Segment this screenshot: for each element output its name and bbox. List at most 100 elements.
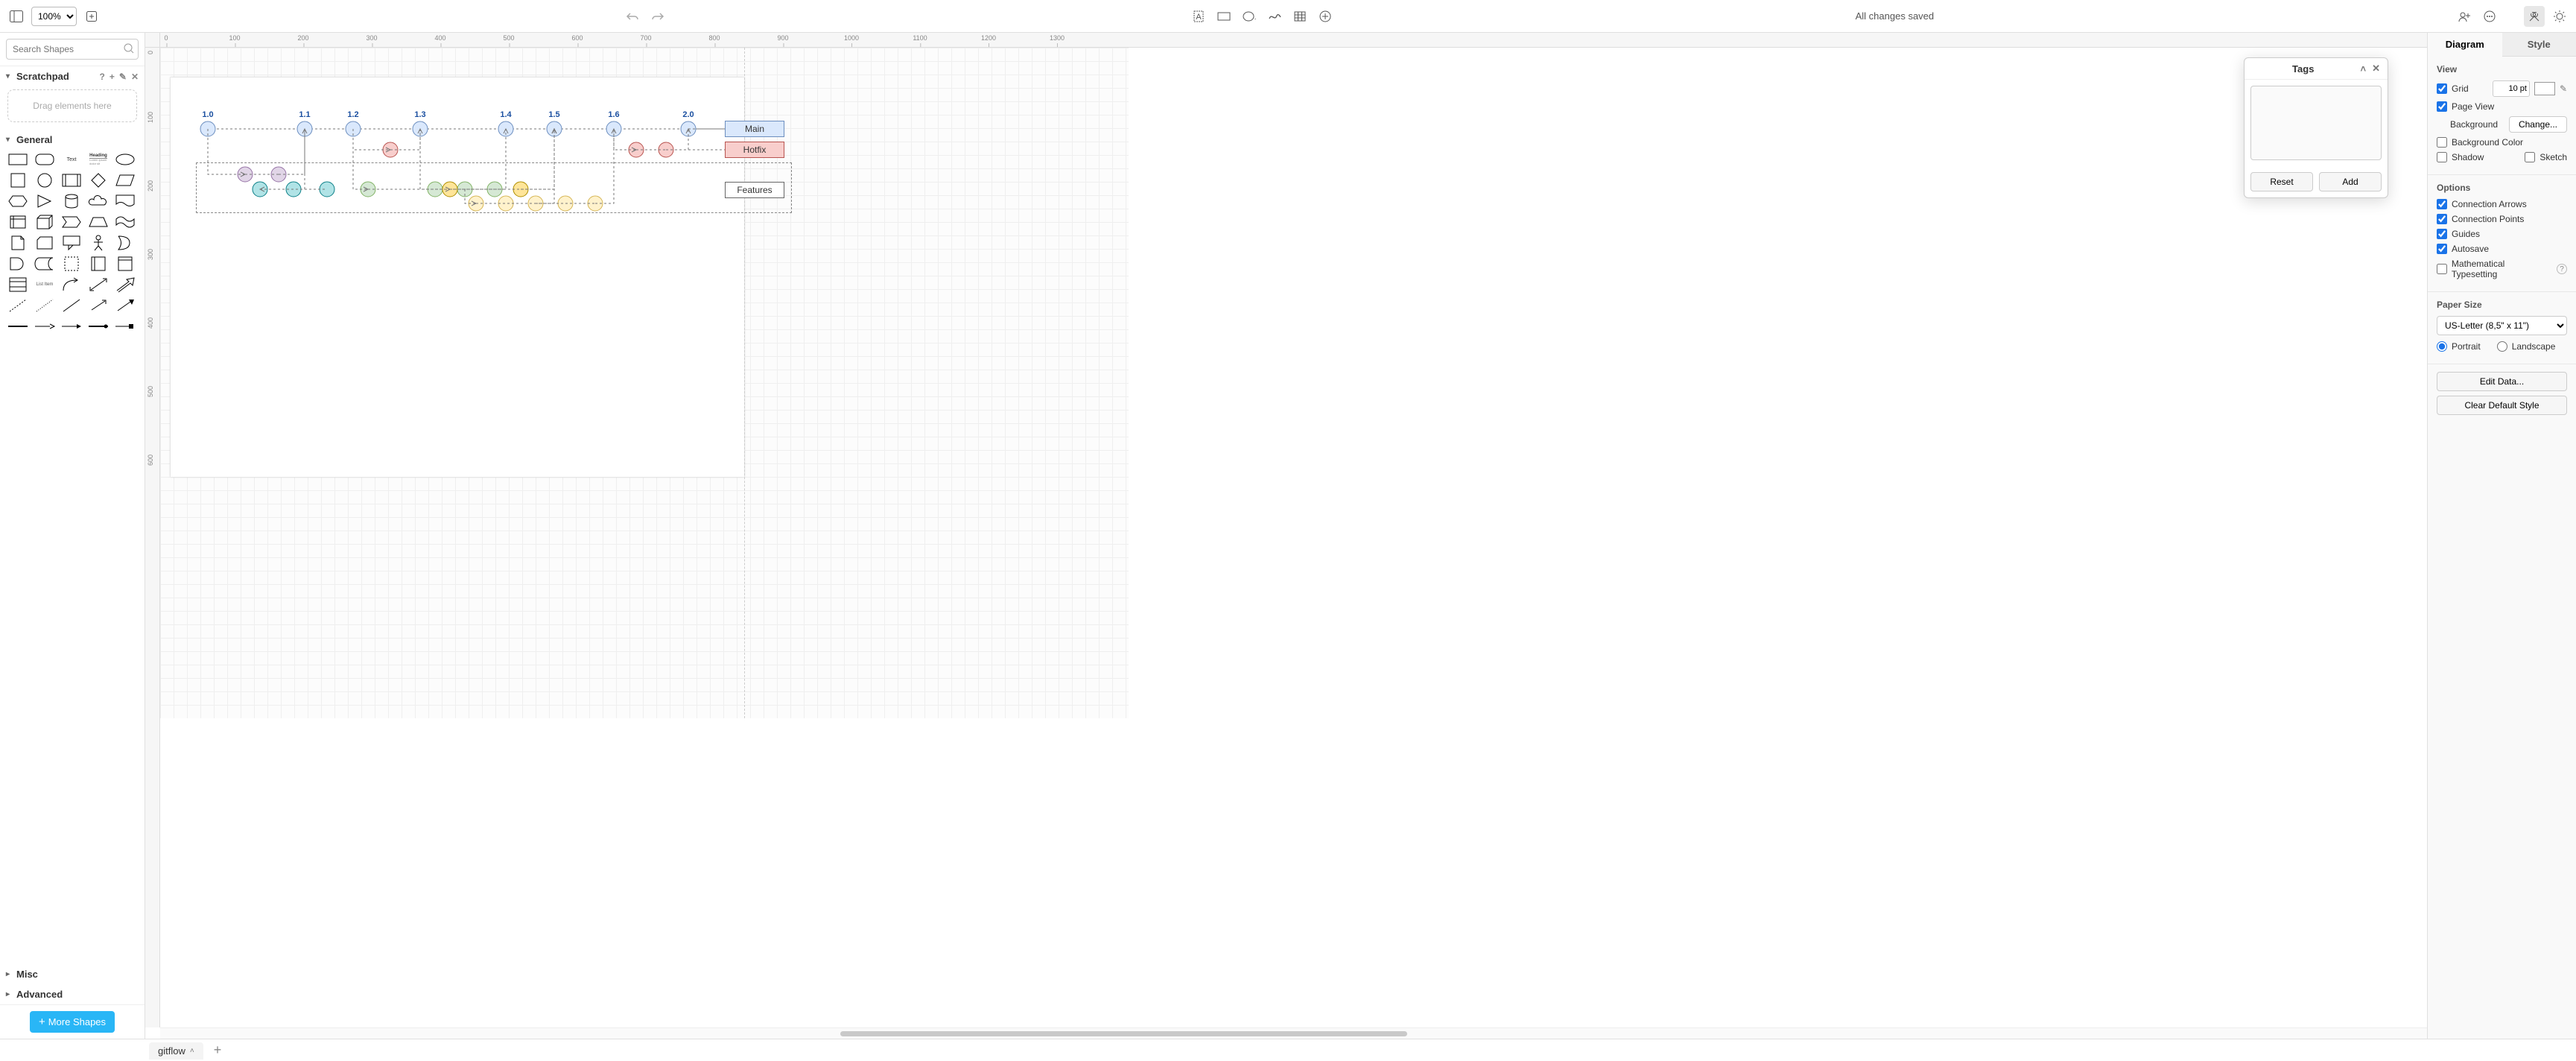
shape-line-open-arrows[interactable] (88, 297, 109, 314)
rect-tool-icon[interactable] (1214, 6, 1234, 27)
shape-cylinder[interactable] (61, 193, 82, 209)
shape-triangle[interactable] (34, 193, 55, 209)
search-shapes-input[interactable] (6, 39, 139, 60)
shape-trapezoid[interactable] (88, 214, 109, 230)
color-picker-icon[interactable]: ✎ (2560, 83, 2567, 94)
edit-data-button[interactable]: Edit Data... (2437, 372, 2567, 391)
shape-connector-4[interactable] (88, 318, 109, 335)
share-icon[interactable] (2454, 6, 2475, 27)
shape-data-storage[interactable] (34, 256, 55, 272)
shape-bidir-arrow[interactable] (88, 276, 109, 293)
shape-diamond[interactable] (88, 172, 109, 189)
scratchpad-edit-icon[interactable]: ✎ (119, 72, 127, 82)
shape-hexagon[interactable] (7, 193, 28, 209)
math-checkbox[interactable] (2437, 264, 2447, 274)
grid-color-swatch[interactable] (2534, 82, 2555, 95)
conn-points-checkbox[interactable] (2437, 214, 2447, 224)
shape-curve-arrow[interactable] (61, 276, 82, 293)
freehand-tool-icon[interactable] (1264, 6, 1285, 27)
tags-close-icon[interactable]: ✕ (2372, 63, 2380, 75)
undo-icon[interactable] (622, 6, 643, 27)
bgcolor-checkbox[interactable] (2437, 137, 2447, 148)
tab-diagram[interactable]: Diagram (2428, 33, 2502, 57)
sketch-checkbox[interactable] (2525, 152, 2535, 162)
redo-icon[interactable] (647, 6, 668, 27)
general-shapes-header[interactable]: ▾General (0, 130, 145, 150)
misc-shapes-header[interactable]: ▸Misc (0, 964, 145, 984)
canvas-viewport[interactable]: Main Hotfix Features 1.01.11.21.31.41.51… (160, 48, 2427, 1027)
shape-step[interactable] (61, 214, 82, 230)
math-help-icon[interactable]: ? (2557, 264, 2567, 274)
shape-parallelogram[interactable] (115, 172, 136, 189)
shape-process[interactable] (61, 172, 82, 189)
shape-hcontainer[interactable] (88, 256, 109, 272)
portrait-radio[interactable] (2437, 341, 2447, 352)
conn-arrows-checkbox[interactable] (2437, 199, 2447, 209)
shape-connector-5[interactable] (115, 318, 136, 335)
shape-or[interactable] (115, 235, 136, 251)
shape-card[interactable] (34, 235, 55, 251)
grid-size-input[interactable] (2493, 80, 2530, 97)
tab-style[interactable]: Style (2502, 33, 2576, 56)
shape-thick-arrow[interactable] (115, 276, 136, 293)
page-tab-gitflow[interactable]: gitflow˄ (149, 1042, 203, 1060)
zoom-select[interactable]: 100% (31, 7, 77, 26)
shape-note[interactable] (7, 235, 28, 251)
shape-callout[interactable] (61, 235, 82, 251)
change-background-button[interactable]: Change... (2509, 116, 2567, 133)
scratchpad-help-icon[interactable]: ? (100, 72, 105, 82)
landscape-radio[interactable] (2497, 341, 2507, 352)
tags-add-button[interactable]: Add (2319, 172, 2382, 191)
shape-line-filled-arrow[interactable] (115, 297, 136, 314)
shape-dashed-line[interactable] (7, 297, 28, 314)
add-shape-icon[interactable] (1315, 6, 1336, 27)
clear-style-button[interactable]: Clear Default Style (2437, 396, 2567, 415)
scratchpad-add-icon[interactable]: + (110, 72, 115, 82)
guides-checkbox[interactable] (2437, 229, 2447, 239)
scratchpad-header[interactable]: ▾Scratchpad ? + ✎ ✕ (0, 66, 145, 86)
paper-size-select[interactable]: US-Letter (8,5" x 11") (2437, 316, 2567, 335)
shape-container[interactable] (61, 256, 82, 272)
add-page-tab[interactable]: + (208, 1042, 228, 1058)
shape-connector-2[interactable] (34, 318, 55, 335)
pageview-checkbox[interactable] (2437, 101, 2447, 112)
horizontal-scrollbar[interactable] (160, 1027, 2427, 1039)
toggle-sidebar-icon[interactable] (6, 6, 27, 27)
autosave-checkbox[interactable] (2437, 244, 2447, 254)
shape-square[interactable] (7, 172, 28, 189)
shape-cube[interactable] (34, 214, 55, 230)
more-shapes-button[interactable]: +More Shapes (30, 1011, 115, 1033)
shape-vcontainer[interactable] (115, 256, 136, 272)
shape-internal-storage[interactable] (7, 214, 28, 230)
shape-line[interactable] (61, 297, 82, 314)
text-tool-icon[interactable]: A (1188, 6, 1209, 27)
shape-text[interactable]: Text (61, 151, 82, 168)
theme-toggle-icon[interactable] (2549, 6, 2570, 27)
tools-toggle-icon[interactable] (2524, 6, 2545, 27)
grid-checkbox[interactable] (2437, 83, 2447, 94)
shape-dotted-line[interactable] (34, 297, 55, 314)
shape-list-item[interactable]: List Item (34, 276, 55, 293)
shadow-checkbox[interactable] (2437, 152, 2447, 162)
tags-list[interactable] (2250, 86, 2382, 160)
more-icon[interactable] (2479, 6, 2500, 27)
shape-rectangle[interactable] (7, 151, 28, 168)
shape-heading[interactable]: HeadingLorem ipsumdolor sit (88, 151, 109, 168)
shape-rounded-rect[interactable] (34, 151, 55, 168)
shape-connector-3[interactable] (61, 318, 82, 335)
shape-tape[interactable] (115, 214, 136, 230)
scratchpad-close-icon[interactable]: ✕ (131, 72, 139, 82)
tags-collapse-icon[interactable]: ˄ (2361, 63, 2367, 75)
ellipse-tool-icon[interactable]: + (1239, 6, 1260, 27)
advanced-shapes-header[interactable]: ▸Advanced (0, 984, 145, 1004)
shape-connector-1[interactable] (7, 318, 28, 335)
shape-ellipse[interactable] (115, 151, 136, 168)
add-page-icon[interactable] (81, 6, 102, 27)
table-tool-icon[interactable] (1289, 6, 1310, 27)
shape-circle[interactable] (34, 172, 55, 189)
shape-list[interactable] (7, 276, 28, 293)
shape-and[interactable] (7, 256, 28, 272)
shape-cloud[interactable] (88, 193, 109, 209)
shape-document[interactable] (115, 193, 136, 209)
shape-actor[interactable] (88, 235, 109, 251)
